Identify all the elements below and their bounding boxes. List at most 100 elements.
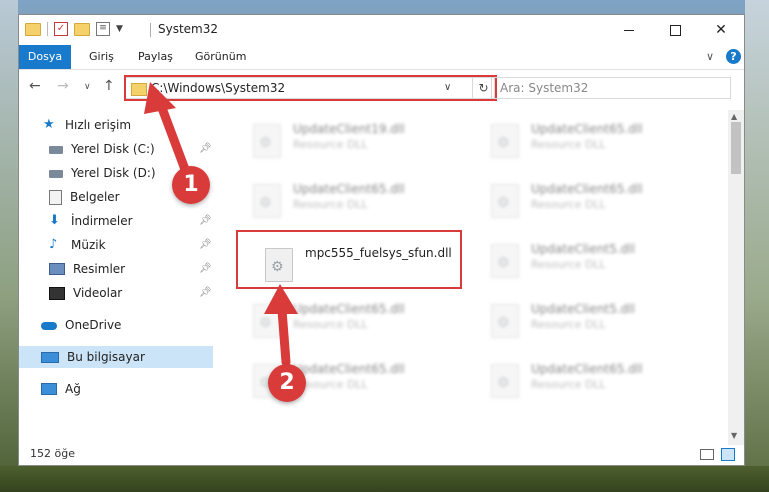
file-type: Resource DLL — [293, 138, 368, 151]
annotation-highlight-address — [124, 75, 497, 101]
folder-icon[interactable] — [25, 22, 41, 36]
sidebar-item-music[interactable]: ♪ Müzik 📌︎ — [19, 234, 213, 256]
scroll-up-arrow-icon[interactable]: ▲ — [731, 112, 737, 121]
file-name: UpdateClient65.dll — [293, 302, 405, 316]
dll-file-icon — [253, 184, 281, 218]
vertical-scrollbar[interactable]: ▲ ▼ — [728, 110, 744, 445]
pin-icon[interactable]: 📌︎ — [199, 263, 212, 274]
scroll-down-arrow-icon[interactable]: ▼ — [731, 431, 737, 440]
file-type: Resource DLL — [531, 138, 606, 151]
document-icon — [49, 189, 62, 205]
maximize-icon — [669, 24, 681, 36]
sidebar-item-downloads[interactable]: ⬇ İndirmeler 📌︎ — [19, 210, 213, 232]
item-count: 152 öğe — [30, 447, 75, 460]
help-icon[interactable]: ? — [726, 49, 741, 64]
title-divider — [150, 23, 151, 37]
details-view-icon[interactable] — [700, 449, 714, 460]
file-name: UpdateClient65.dll — [531, 182, 643, 196]
sidebar-item-label: Yerel Disk (D:) — [71, 166, 156, 180]
file-type: Resource DLL — [531, 378, 606, 391]
file-name: UpdateClient5.dll — [531, 302, 635, 316]
window-title: System32 — [158, 22, 219, 36]
new-folder-icon[interactable] — [74, 22, 90, 36]
file-name: UpdateClient65.dll — [531, 362, 643, 376]
step-badge-2: 2 — [268, 364, 306, 402]
file-name: UpdateClient65.dll — [531, 122, 643, 136]
file-item[interactable]: UpdateClient19.dll Resource DLL — [243, 116, 463, 168]
back-arrow-icon[interactable]: ← — [29, 78, 41, 94]
video-icon — [49, 286, 65, 300]
recent-locations-chevron-icon[interactable]: ∨ — [84, 82, 91, 92]
sidebar-item-label: Ağ — [65, 382, 81, 396]
cloud-icon — [41, 322, 57, 330]
dll-file-icon — [253, 304, 281, 338]
music-icon: ♪ — [49, 237, 58, 252]
sidebar-item-label: Videolar — [73, 286, 123, 300]
up-arrow-icon[interactable]: ↑ — [103, 78, 115, 94]
expand-ribbon-chevron-icon[interactable]: ∨ — [706, 50, 714, 63]
file-type: Resource DLL — [531, 198, 606, 211]
file-item[interactable]: UpdateClient65.dll Resource DLL — [243, 296, 463, 348]
tab-share[interactable]: Paylaş — [138, 45, 173, 69]
tab-file[interactable]: Dosya — [19, 45, 71, 69]
download-icon: ⬇ — [49, 213, 60, 228]
minimize-icon — [624, 29, 634, 31]
sidebar-item-onedrive[interactable]: OneDrive — [19, 314, 213, 336]
file-name: UpdateClient65.dll — [293, 182, 405, 196]
sidebar-item-videos[interactable]: Videolar 📌︎ — [19, 282, 213, 304]
search-placeholder: Ara: System32 — [500, 81, 589, 95]
file-item[interactable]: UpdateClient65.dll Resource DLL — [481, 356, 701, 408]
pin-icon[interactable]: 📌︎ — [199, 287, 212, 298]
file-type: Resource DLL — [531, 258, 606, 271]
quick-access-toolbar: ✓ ≡ ▼ — [25, 22, 123, 36]
search-input[interactable]: Ara: System32 — [491, 77, 731, 99]
properties-check-icon[interactable]: ✓ — [54, 22, 68, 36]
sidebar-item-local-disk-c[interactable]: Yerel Disk (C:) 📌︎ — [19, 138, 213, 160]
status-bar: 152 öğe — [19, 445, 744, 465]
file-name: UpdateClient65.dll — [293, 362, 405, 376]
file-item[interactable]: UpdateClient65.dll Resource DLL — [481, 116, 701, 168]
navigation-bar: ← → ∨ ↑ C:\Windows\System32 ∨ ↻ Ara: Sys… — [19, 70, 744, 104]
file-name: UpdateClient19.dll — [293, 122, 405, 136]
close-icon: ✕ — [715, 22, 727, 38]
dll-file-icon — [253, 124, 281, 158]
dll-file-icon — [491, 304, 519, 338]
annotation-highlight-file — [236, 230, 462, 289]
forward-arrow-icon[interactable]: → — [57, 78, 69, 94]
customize-icon[interactable]: ≡ — [96, 22, 110, 36]
drive-icon — [49, 146, 63, 154]
file-type: Resource DLL — [293, 318, 368, 331]
scrollbar-thumb[interactable] — [731, 122, 741, 174]
sidebar-item-quick-access[interactable]: ★ Hızlı erişim — [19, 114, 213, 136]
minimize-button[interactable] — [606, 15, 652, 45]
file-item[interactable]: UpdateClient5.dll Resource DLL — [481, 236, 701, 288]
network-icon — [41, 383, 57, 395]
sidebar-item-this-pc[interactable]: Bu bilgisayar — [19, 346, 213, 368]
desktop-background-left — [0, 0, 18, 492]
tab-view[interactable]: Görünüm — [195, 45, 246, 69]
drive-icon — [49, 170, 63, 178]
chevron-down-icon[interactable]: ▼ — [116, 24, 123, 34]
pin-icon[interactable]: 📌︎ — [199, 215, 212, 226]
file-item[interactable]: UpdateClient65.dll Resource DLL — [243, 176, 463, 228]
sidebar-item-label: Belgeler — [70, 190, 120, 204]
desktop-background-bottom — [0, 466, 769, 492]
computer-icon — [41, 351, 59, 363]
pin-icon[interactable]: 📌︎ — [199, 239, 212, 250]
large-icons-view-icon[interactable] — [721, 448, 735, 461]
file-item[interactable]: UpdateClient65.dll Resource DLL — [481, 176, 701, 228]
maximize-button[interactable] — [652, 15, 698, 45]
star-icon: ★ — [43, 117, 55, 132]
sidebar-item-label: OneDrive — [65, 318, 122, 332]
pin-icon[interactable]: 📌︎ — [199, 143, 212, 154]
sidebar-item-network[interactable]: Ağ — [19, 378, 213, 400]
file-item[interactable]: UpdateClient5.dll Resource DLL — [481, 296, 701, 348]
sidebar-item-label: İndirmeler — [71, 214, 133, 228]
close-button[interactable]: ✕ — [698, 15, 744, 45]
dll-file-icon — [491, 184, 519, 218]
file-type: Resource DLL — [531, 318, 606, 331]
sidebar-item-label: Hızlı erişim — [65, 118, 132, 132]
tab-home[interactable]: Giriş — [89, 45, 114, 69]
sidebar-item-label: Resimler — [73, 262, 126, 276]
sidebar-item-pictures[interactable]: Resimler 📌︎ — [19, 258, 213, 280]
